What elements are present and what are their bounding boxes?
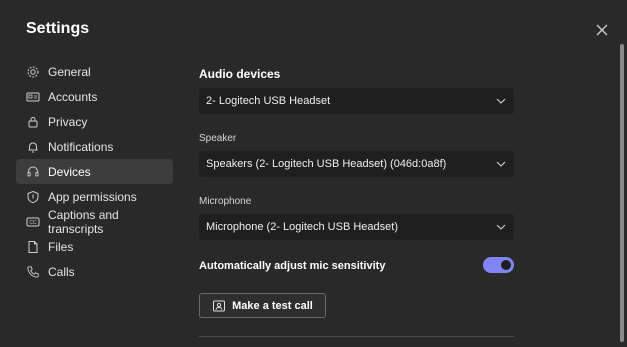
id-card-icon: [26, 90, 40, 104]
audio-devices-heading: Audio devices: [199, 67, 281, 81]
scrollbar[interactable]: [620, 44, 624, 342]
auto-adjust-row: Automatically adjust mic sensitivity: [199, 257, 514, 275]
nav-item-label: Privacy: [48, 114, 88, 129]
shield-icon: [26, 190, 40, 204]
microphone-label: Microphone: [199, 196, 252, 207]
nav-item-label: Accounts: [48, 89, 98, 104]
chevron-down-icon: [496, 98, 506, 104]
file-icon: [26, 240, 40, 254]
auto-adjust-label: Automatically adjust mic sensitivity: [199, 260, 386, 272]
nav-item-devices[interactable]: Devices: [16, 159, 173, 184]
headset-icon: [26, 165, 40, 179]
nav-item-app-permissions[interactable]: App permissions: [16, 184, 173, 209]
nav-item-label: Devices: [48, 164, 91, 179]
chevron-down-icon: [496, 161, 506, 167]
test-call-icon: [212, 299, 226, 313]
nav-item-privacy[interactable]: Privacy: [16, 109, 173, 134]
close-icon[interactable]: [594, 22, 610, 38]
make-test-call-button[interactable]: Make a test call: [199, 293, 326, 318]
nav-item-calls[interactable]: Calls: [16, 259, 173, 284]
phone-icon: [26, 265, 40, 279]
bell-icon: [26, 140, 40, 154]
nav-item-notifications[interactable]: Notifications: [16, 134, 173, 159]
auto-adjust-toggle[interactable]: [483, 257, 514, 273]
nav-item-general[interactable]: General: [16, 59, 173, 84]
svg-text:CC: CC: [29, 220, 37, 226]
settings-nav: General Accounts Privacy Notifications D…: [16, 59, 173, 284]
test-call-label: Make a test call: [232, 299, 313, 312]
toggle-knob: [501, 260, 511, 270]
speaker-label: Speaker: [199, 133, 237, 144]
microphone-value: Microphone (2- Logitech USB Headset): [206, 221, 398, 233]
chevron-down-icon: [496, 224, 506, 230]
gear-icon: [26, 65, 40, 79]
nav-item-label: Calls: [48, 264, 75, 279]
divider: [199, 336, 514, 337]
cc-icon: CC: [26, 215, 40, 229]
nav-item-captions[interactable]: CC Captions and transcripts: [16, 207, 173, 236]
audio-device-select[interactable]: 2- Logitech USB Headset: [199, 88, 514, 114]
audio-device-value: 2- Logitech USB Headset: [206, 95, 331, 107]
microphone-select[interactable]: Microphone (2- Logitech USB Headset): [199, 214, 514, 240]
nav-item-accounts[interactable]: Accounts: [16, 84, 173, 109]
speaker-value: Speakers (2- Logitech USB Headset) (046d…: [206, 158, 447, 170]
settings-title: Settings: [26, 20, 90, 37]
lock-icon: [26, 115, 40, 129]
nav-item-label: Captions and transcripts: [48, 207, 119, 236]
nav-item-files[interactable]: Files: [16, 234, 173, 259]
nav-item-label: General: [48, 64, 91, 79]
nav-item-label: App permissions: [48, 189, 137, 204]
nav-item-label: Files: [48, 239, 74, 254]
nav-item-label: Notifications: [48, 139, 114, 154]
speaker-select[interactable]: Speakers (2- Logitech USB Headset) (046d…: [199, 151, 514, 177]
